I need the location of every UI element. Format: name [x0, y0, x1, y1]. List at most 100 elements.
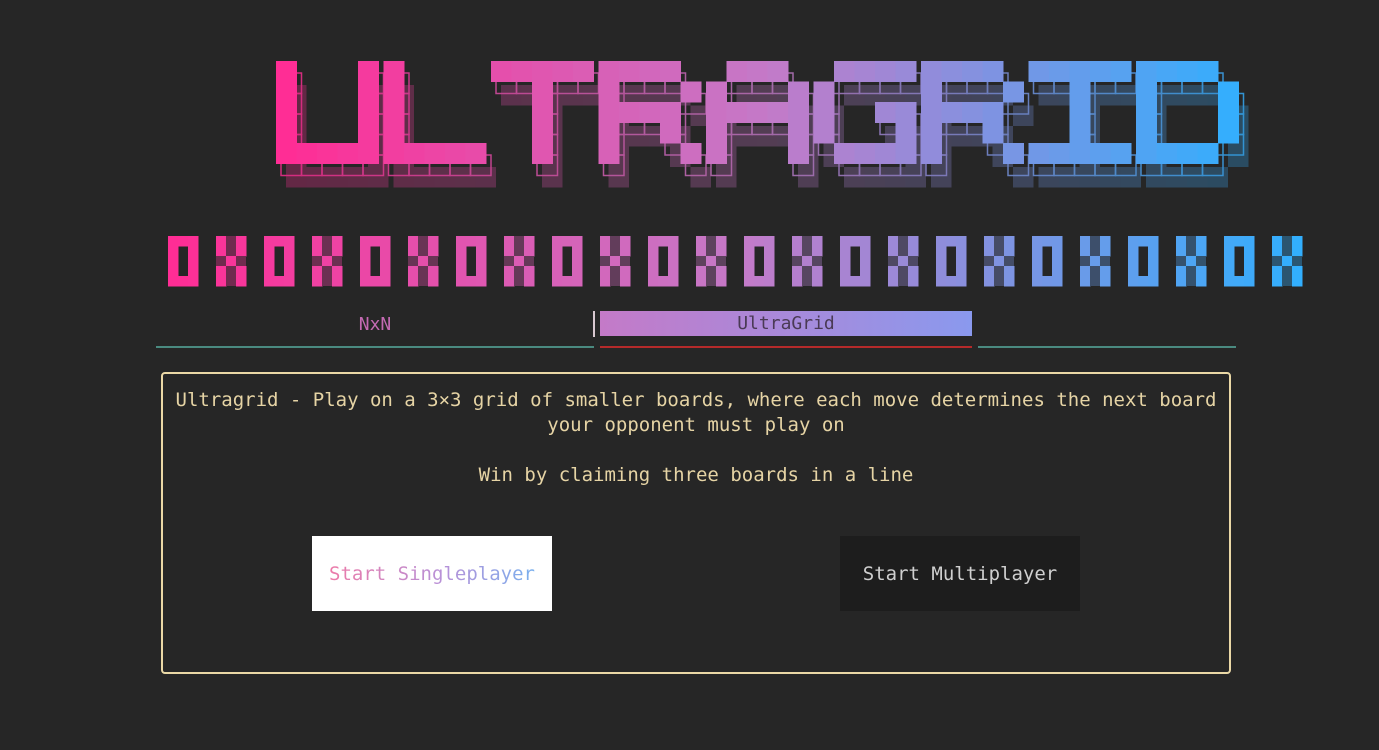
tab-ultragrid[interactable]: UltraGrid — [600, 311, 972, 336]
pattern-pixel — [792, 276, 803, 287]
pattern-pixel — [504, 246, 515, 257]
logo-letter-pixel — [854, 143, 876, 164]
pattern-pixel — [706, 256, 717, 267]
logo-letter-pixel — [424, 143, 446, 164]
pattern-pixel — [1272, 236, 1283, 247]
pattern-shadow-pixel — [994, 246, 1004, 256]
logo-letter-pixel — [747, 102, 768, 123]
pattern-pixel — [898, 256, 909, 267]
logo-letter-pixel — [941, 102, 963, 123]
pattern-pixel — [1148, 276, 1159, 287]
logo-letter-pixel — [532, 143, 553, 164]
pattern-pixel — [524, 236, 535, 247]
pattern-pixel — [524, 246, 535, 257]
pattern-pixel — [860, 276, 871, 287]
pattern-pixel — [840, 256, 851, 267]
pattern-pixel — [764, 256, 775, 267]
logo-letter-pixel — [726, 102, 748, 123]
logo-letter-pixel — [680, 81, 702, 103]
logo-letter-pixel — [706, 143, 727, 164]
pattern-pixel — [476, 256, 487, 267]
logo-shadow-pixel — [414, 167, 435, 188]
pattern-pixel — [236, 266, 247, 277]
logo-letter-pixel — [1136, 61, 1157, 82]
pattern-shadow-pixel — [1186, 246, 1196, 256]
start-singleplayer-button[interactable]: Start Singleplayer — [312, 536, 552, 611]
logo-letter-pixel — [276, 122, 297, 144]
pattern-pixel — [1148, 246, 1159, 257]
pattern-pixel — [332, 266, 343, 277]
pattern-pixel — [1100, 246, 1111, 257]
logo-shadow-pixel — [1079, 167, 1100, 188]
pattern-pixel — [552, 256, 563, 267]
pattern-pixel — [696, 266, 707, 277]
pattern-pixel — [524, 266, 535, 277]
logo-letter-pixel — [598, 143, 620, 164]
pattern-pixel — [1128, 246, 1139, 257]
logo — [0, 0, 1379, 300]
logo-letter-pixel — [358, 81, 379, 103]
pattern-pixel — [264, 236, 275, 247]
pattern-pixel — [1052, 236, 1063, 247]
pattern-pixel — [956, 246, 967, 257]
pattern-pixel — [1128, 266, 1139, 277]
pattern-shadow-pixel — [504, 256, 514, 266]
pattern-pixel — [792, 246, 803, 257]
pattern-pixel — [1244, 266, 1255, 277]
logo-letter-pixel — [639, 102, 661, 123]
logo-shadow-pixel — [1207, 167, 1228, 188]
pattern-shadow-pixel — [600, 256, 610, 266]
pattern-shadow-pixel — [1196, 256, 1206, 266]
pattern-pixel — [956, 236, 967, 247]
start-multiplayer-button[interactable]: Start Multiplayer — [840, 536, 1080, 611]
active-tab-underline — [600, 346, 972, 348]
logo-shadow-pixel — [1146, 167, 1167, 188]
pattern-pixel — [1128, 236, 1139, 247]
logo-shadow-pixel — [931, 167, 952, 188]
logo-shadow-pixel — [716, 167, 737, 188]
pattern-pixel — [620, 246, 631, 257]
pattern-pixel — [188, 276, 199, 287]
pattern-shadow-pixel — [226, 236, 236, 246]
pattern-pixel — [716, 276, 727, 287]
pattern-pixel — [936, 246, 947, 257]
pattern-pixel — [1244, 236, 1255, 247]
logo-letter-pixel — [619, 102, 640, 123]
logo-letter-pixel — [573, 61, 594, 82]
pattern-pixel — [380, 246, 391, 257]
pattern-pixel — [572, 246, 583, 257]
pattern-shadow-pixel — [802, 276, 812, 286]
logo-letter-pixel — [1136, 143, 1157, 164]
logo-letter-pixel — [1136, 122, 1157, 144]
pattern-pixel — [1272, 276, 1283, 287]
pattern-pixel — [284, 246, 295, 257]
logo-letter-pixel — [788, 143, 809, 164]
pattern-shadow-pixel — [236, 256, 246, 266]
pattern-pixel — [1196, 266, 1207, 277]
pattern-shadow-pixel — [312, 256, 322, 266]
pattern-shadow-pixel — [706, 246, 716, 256]
pattern-pixel — [188, 236, 199, 247]
pattern-shadow-pixel — [1282, 266, 1292, 276]
pattern-pixel — [322, 256, 333, 267]
logo-shadow-pixel — [306, 167, 327, 188]
logo-shadow-pixel — [1228, 146, 1249, 167]
pattern-pixel — [696, 276, 707, 287]
pattern-pixel — [764, 276, 775, 287]
logo-letter-pixel — [1197, 143, 1219, 164]
logo-letter-pixel — [1090, 143, 1111, 164]
tab-nxn[interactable]: NxN — [156, 312, 594, 338]
pattern-pixel — [408, 236, 419, 247]
pattern-pixel — [860, 266, 871, 277]
logo-letter-pixel — [726, 61, 748, 82]
logo-letter-pixel — [706, 81, 727, 103]
logo-letter-pixel — [1177, 61, 1198, 82]
logo-letter-pixel — [598, 122, 620, 144]
pattern-pixel — [476, 276, 487, 287]
logo-letter-pixel — [1218, 81, 1239, 103]
pattern-pixel — [380, 266, 391, 277]
mode-description: Ultragrid - Play on a 3×3 grid of smalle… — [175, 389, 1217, 436]
pattern-pixel — [840, 236, 851, 247]
logo-letter-pixel — [1156, 143, 1178, 164]
pattern-pixel — [648, 236, 659, 247]
